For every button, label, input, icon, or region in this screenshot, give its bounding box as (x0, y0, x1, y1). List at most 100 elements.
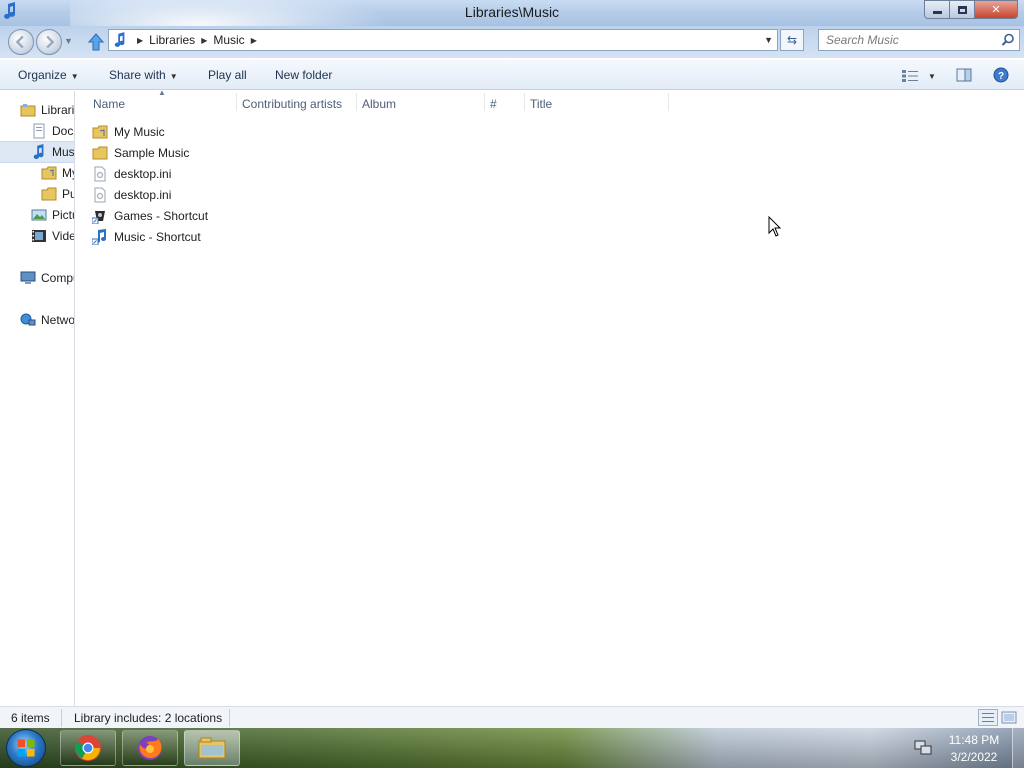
back-button[interactable] (8, 29, 34, 55)
new-folder-button[interactable]: New folder (275, 68, 332, 82)
column-divider[interactable] (524, 93, 525, 111)
minimize-button[interactable] (924, 0, 950, 19)
list-item[interactable]: desktop.ini (92, 185, 171, 205)
sort-ascending-icon: ▲ (158, 88, 166, 97)
firefox-icon (138, 736, 162, 760)
documents-icon (33, 123, 45, 139)
taskbar-explorer-button[interactable] (184, 730, 240, 766)
item-count: 6 items (11, 711, 50, 725)
nav-item-label: Pictures (52, 208, 74, 222)
close-button[interactable]: ✕ (974, 0, 1018, 19)
change-view-button[interactable]: ▼ (902, 68, 936, 84)
search-input[interactable] (819, 30, 999, 50)
music-library-icon (109, 30, 131, 50)
nav-item-label: Documents (52, 124, 74, 138)
nav-item-computer[interactable]: Computer (20, 268, 74, 288)
nav-item-videos[interactable]: Videos (31, 226, 74, 246)
column-headers: ▲ Name Contributing artists Album # Titl… (76, 88, 1024, 115)
column-divider[interactable] (668, 93, 669, 111)
start-button[interactable] (6, 729, 46, 767)
search-icon[interactable] (1001, 33, 1015, 47)
clock-time[interactable]: 11:48 PM (944, 733, 1004, 747)
column-header-title[interactable]: Title (530, 97, 552, 111)
breadcrumb-chevron-icon[interactable]: ▶ (137, 36, 143, 45)
column-divider[interactable] (484, 93, 485, 111)
navigation-pane[interactable]: Libraries Documents Music My Music Publi… (0, 91, 75, 706)
file-name: Music - Shortcut (114, 230, 201, 244)
search-box[interactable] (818, 29, 1020, 51)
nav-item-public-music[interactable]: Public Music (41, 184, 74, 204)
taskbar-firefox-button[interactable] (122, 730, 178, 766)
column-header-number[interactable]: # (490, 97, 497, 111)
videos-icon (32, 230, 46, 242)
breadcrumb-chevron-icon[interactable]: ▶ (251, 36, 257, 45)
breadcrumb-music[interactable]: Music (213, 33, 244, 47)
explorer-folder-icon (198, 737, 226, 759)
nav-item-documents[interactable]: Documents (31, 121, 74, 141)
file-name: Games - Shortcut (114, 209, 209, 223)
folder-icon (92, 125, 108, 139)
breadcrumb-chevron-icon[interactable]: ▶ (201, 36, 207, 45)
large-icons-view-icon[interactable] (1001, 710, 1017, 725)
list-item[interactable]: desktop.ini (92, 164, 171, 184)
status-divider (61, 709, 62, 727)
nav-item-my-music[interactable]: My Music (41, 163, 74, 183)
breadcrumb-libraries[interactable]: Libraries (149, 33, 195, 47)
details-view-icon (902, 70, 918, 82)
column-header-name[interactable]: Name (93, 97, 125, 111)
nav-item-label: My Music (62, 166, 74, 180)
recent-pages-dropdown-icon[interactable]: ▼ (64, 36, 73, 46)
forward-button[interactable] (36, 29, 62, 55)
libraries-icon (20, 104, 36, 117)
games-shortcut-icon (92, 211, 105, 224)
library-locations-link[interactable]: Library includes: 2 locations (74, 711, 222, 725)
list-item[interactable]: Sample Music (92, 143, 189, 163)
share-with-label: Share with (109, 68, 166, 82)
details-view-button[interactable] (978, 709, 998, 726)
address-bar-row: ▼ ▶ Libraries ▶ Music ▶ ▼ ⇆ (0, 26, 1024, 58)
clock-date[interactable]: 3/2/2022 (944, 750, 1004, 764)
nav-item-network[interactable]: Network (20, 310, 75, 330)
help-icon[interactable]: ? (993, 67, 1009, 83)
mouse-cursor-icon (768, 216, 782, 237)
file-list-pane[interactable]: ▲ Name Contributing artists Album # Titl… (76, 88, 1024, 706)
list-item[interactable]: Games - Shortcut (92, 206, 208, 226)
play-all-button[interactable]: Play all (208, 68, 247, 82)
folder-icon (41, 166, 57, 180)
nav-item-libraries[interactable]: Libraries (20, 100, 74, 120)
organize-label: Organize (18, 68, 67, 82)
music-library-icon (33, 144, 44, 159)
column-divider[interactable] (236, 93, 237, 111)
dropdown-arrow-icon: ▼ (928, 71, 936, 81)
refresh-button[interactable]: ⇆ (780, 29, 804, 51)
restore-icon (957, 5, 967, 14)
column-divider[interactable] (356, 93, 357, 111)
status-divider (229, 709, 230, 727)
column-header-album[interactable]: Album (362, 97, 396, 111)
settings-file-icon (94, 166, 106, 182)
nav-item-music[interactable]: Music (31, 142, 74, 162)
preview-pane-icon[interactable] (956, 67, 972, 83)
organize-menu-button[interactable]: Organize ▼ (18, 68, 79, 82)
nav-item-pictures[interactable]: Pictures (31, 205, 74, 225)
address-box[interactable]: ▶ Libraries ▶ Music ▶ ▼ (108, 29, 778, 51)
svg-text:?: ? (998, 71, 1004, 82)
up-arrow-icon[interactable] (88, 33, 104, 51)
network-tray-icon[interactable] (914, 740, 932, 756)
list-item[interactable]: My Music (92, 122, 165, 142)
address-history-dropdown-icon[interactable]: ▼ (764, 35, 773, 45)
share-with-menu-button[interactable]: Share with ▼ (109, 68, 178, 82)
show-desktop-button[interactable] (1012, 728, 1024, 768)
title-bar[interactable]: Libraries\Music ✕ (0, 0, 1024, 60)
refresh-icon: ⇆ (786, 33, 798, 47)
column-header-contributing-artists[interactable]: Contributing artists (242, 97, 342, 111)
file-name: Sample Music (114, 146, 190, 160)
pictures-icon (31, 209, 47, 221)
chrome-icon (75, 735, 101, 761)
taskbar-chrome-button[interactable] (60, 730, 116, 766)
command-bar: Organize ▼ Share with ▼ Play all New folde… (0, 60, 1024, 90)
nav-item-label: Videos (52, 229, 74, 243)
nav-item-label: Network (41, 313, 75, 327)
list-item[interactable]: Music - Shortcut (92, 227, 201, 247)
restore-button[interactable] (949, 0, 975, 19)
